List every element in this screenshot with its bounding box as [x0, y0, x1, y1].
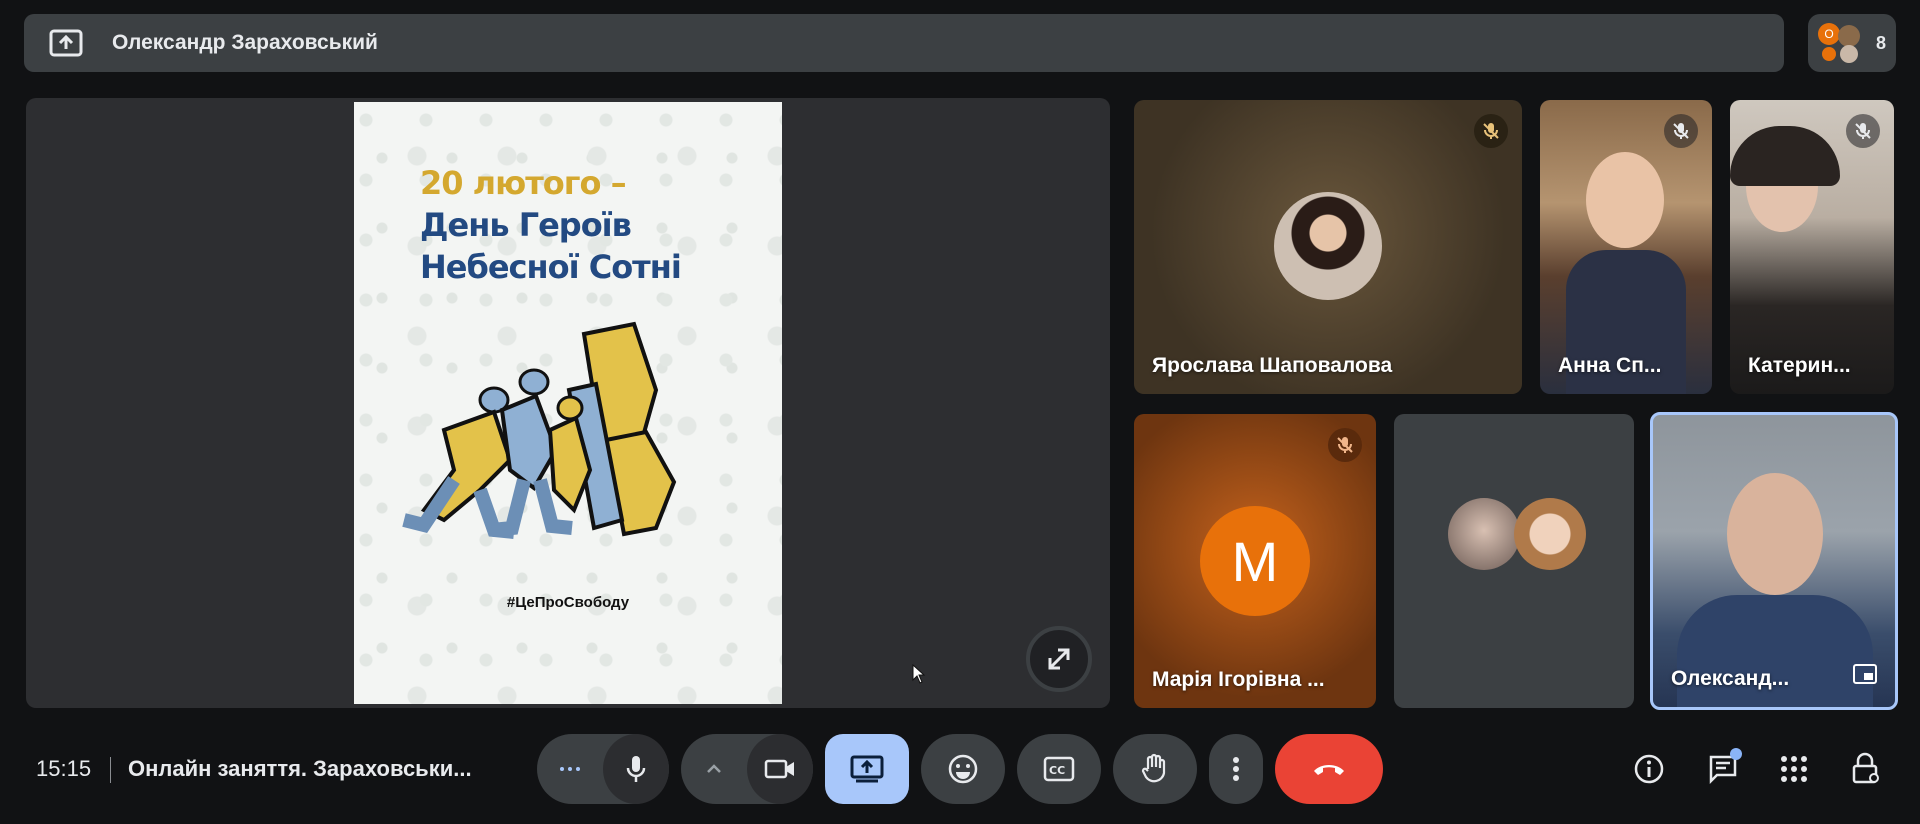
participant-avatar [1514, 498, 1586, 570]
leave-call-button[interactable] [1275, 734, 1383, 804]
vertical-dots-icon [1233, 757, 1239, 781]
self-view-tile[interactable]: Олександ... [1650, 412, 1898, 710]
meeting-title: Онлайн заняття. Зараховськи... [128, 756, 472, 781]
divider [110, 757, 111, 783]
participant-tile[interactable]: M Марія Ігорівна ... [1134, 414, 1376, 708]
participant-avatar [1822, 47, 1836, 61]
emoji-icon [948, 754, 978, 784]
participant-avatar [1840, 45, 1858, 63]
camera-icon [764, 759, 794, 779]
host-controls-button[interactable] [1843, 746, 1889, 792]
activities-button[interactable] [1771, 746, 1817, 792]
slide-hashtag: #ЦеПроСвободу [506, 594, 630, 611]
hand-icon [1141, 753, 1166, 783]
participant-count: 8 [1876, 32, 1887, 53]
camera-control-group [681, 734, 813, 804]
present-to-all-icon [850, 755, 884, 783]
closed-captions-icon: CC [1043, 756, 1075, 782]
participant-hair [1730, 126, 1840, 186]
mic-muted-icon [1664, 114, 1698, 148]
microphone-icon [626, 756, 646, 782]
participant-avatar-photo [1274, 192, 1382, 300]
picture-in-picture-icon[interactable] [1853, 664, 1877, 689]
mic-muted-icon [1328, 428, 1362, 462]
lock-person-icon [1852, 752, 1879, 784]
participant-video-body [1677, 595, 1873, 707]
expand-icon [1048, 648, 1070, 670]
audio-options-button[interactable] [537, 734, 603, 804]
chevron-up-icon [707, 764, 721, 773]
participant-avatar [1838, 25, 1860, 47]
raise-hand-button[interactable] [1113, 734, 1197, 804]
participant-tile[interactable]: Ярослава Шаповалова [1134, 100, 1522, 394]
microphone-control-group [537, 734, 669, 804]
participant-avatar [1448, 498, 1520, 570]
unread-indicator [1730, 748, 1742, 760]
participant-avatar: О [1818, 23, 1840, 45]
info-icon [1634, 754, 1664, 784]
more-dots-icon [560, 767, 580, 771]
chat-button[interactable] [1700, 746, 1746, 792]
video-options-button[interactable] [681, 734, 747, 804]
end-call-icon [1314, 765, 1344, 775]
fullscreen-button[interactable] [1026, 626, 1092, 692]
camera-button[interactable] [747, 734, 813, 804]
heroes-illustration [402, 321, 677, 539]
slide-title-date: 20 лютого – [420, 164, 627, 202]
presentation-stage: 20 лютого – День Героїв Небесної Сотні #… [26, 98, 1110, 708]
participant-name: Олександ... [1671, 667, 1790, 690]
meeting-clock: 15:15 [36, 756, 92, 781]
microphone-button[interactable] [603, 734, 669, 804]
participant-initial-avatar: M [1200, 506, 1310, 616]
participants-button[interactable]: О 8 [1808, 14, 1896, 72]
mic-muted-icon [1846, 114, 1880, 148]
participant-name: Катерин... [1748, 354, 1851, 377]
participant-video [1727, 473, 1823, 595]
reactions-button[interactable] [921, 734, 1005, 804]
presenter-name: Олександр Зараховський [112, 31, 378, 54]
participant-video [1586, 152, 1664, 248]
present-to-all-icon [48, 28, 84, 58]
slide-title-line3: Небесної Сотні [420, 248, 682, 286]
captions-button[interactable]: CC [1017, 734, 1101, 804]
more-options-button[interactable] [1209, 734, 1263, 804]
participant-name: Анна Сп... [1558, 354, 1662, 377]
participant-name: Ярослава Шаповалова [1152, 354, 1393, 377]
participant-tile[interactable]: Анна Сп... [1540, 100, 1712, 394]
participant-group-tile[interactable] [1394, 414, 1634, 708]
participant-tile[interactable]: Катерин... [1730, 100, 1894, 394]
slide-title-line2: День Героїв [420, 206, 632, 244]
participant-name: Марія Ігорівна ... [1152, 668, 1325, 691]
shared-slide: 20 лютого – День Героїв Небесної Сотні #… [354, 102, 782, 704]
present-now-button[interactable] [825, 734, 909, 804]
svg-text:CC: CC [1049, 764, 1065, 777]
mouse-cursor-icon [912, 664, 926, 684]
mic-muted-icon [1474, 114, 1508, 148]
apps-grid-icon [1781, 756, 1807, 782]
meeting-details-button[interactable] [1626, 746, 1672, 792]
presenter-bar: Олександр Зараховський [24, 14, 1784, 72]
participants-avatar-stack: О [1818, 21, 1862, 65]
